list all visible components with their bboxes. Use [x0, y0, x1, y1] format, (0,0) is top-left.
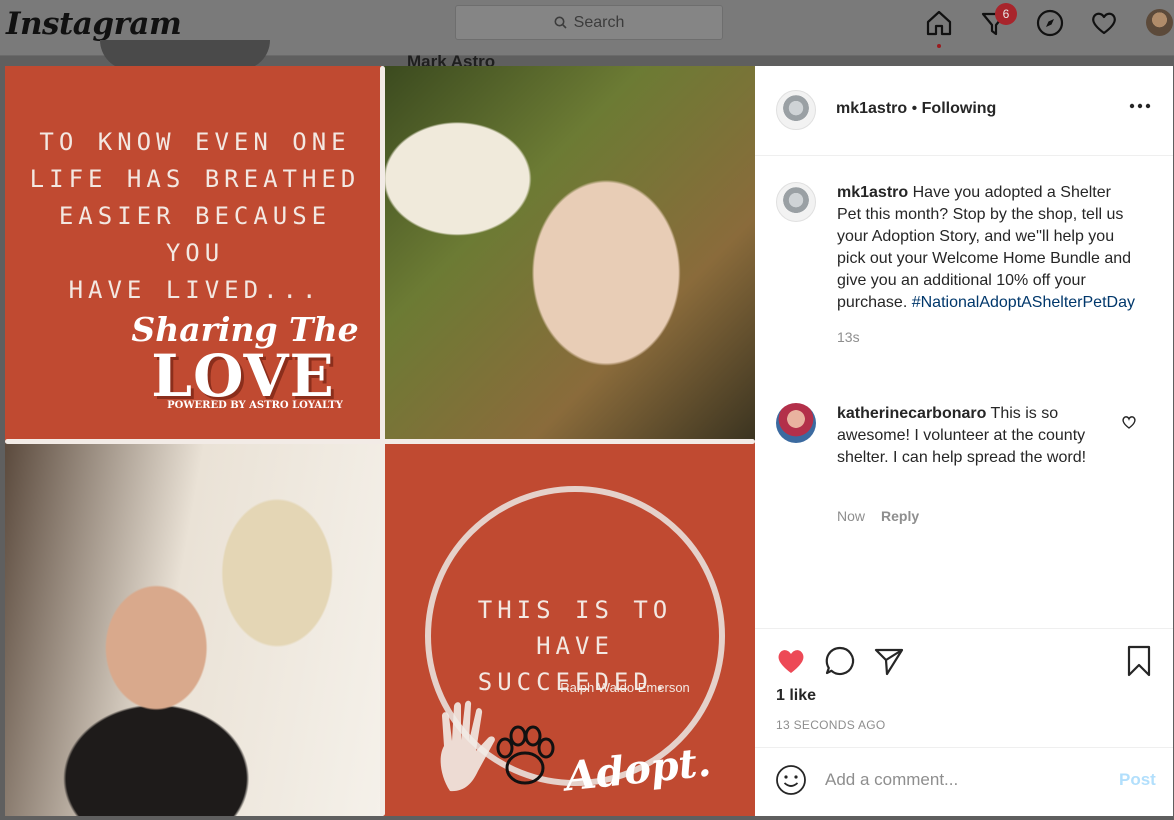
profile-avatar[interactable]: [1146, 9, 1173, 36]
post-modal: TO KNOW EVEN ONE LIFE HAS BREATHED EASIE…: [5, 66, 1173, 816]
notification-badge: 6: [995, 3, 1017, 25]
quote-attribution: Ralph Waldo Emerson: [560, 680, 690, 695]
header-user-line: mk1astro • Following: [836, 100, 996, 118]
author-username[interactable]: mk1astro: [836, 100, 907, 117]
search-placeholder: Search: [573, 13, 625, 31]
emoji-icon[interactable]: [775, 764, 807, 796]
quote-line: HAVE LIVED...: [68, 276, 322, 304]
heart-icon[interactable]: [1089, 8, 1119, 38]
add-comment-bar: Post: [755, 747, 1173, 816]
search-icon: [554, 16, 567, 29]
post-comment-button[interactable]: Post: [1119, 770, 1156, 790]
post-side-panel: mk1astro • Following mk1astro Have you a…: [755, 66, 1173, 816]
powered-by-text: POWERED BY ASTRO LOYALTY: [167, 400, 343, 411]
comment: katherinecarbonaro This is so awesome! I…: [837, 403, 1097, 469]
author-avatar[interactable]: [776, 90, 816, 130]
instagram-logo[interactable]: Instagram: [6, 6, 182, 42]
comment-like-heart-icon[interactable]: [1120, 413, 1138, 431]
caption-username[interactable]: mk1astro: [837, 184, 908, 201]
post-caption: mk1astro Have you adopted a Shelter Pet …: [837, 182, 1137, 348]
quote-line: EASIER BECAUSE YOU: [58, 202, 332, 267]
liked-heart-icon[interactable]: [774, 644, 808, 678]
post-timestamp: 13 SECONDS AGO: [776, 718, 886, 732]
share-paper-plane-icon[interactable]: [872, 644, 906, 678]
commenter-username[interactable]: katherinecarbonaro: [837, 405, 986, 422]
quote-line: TO KNOW EVEN ONE: [39, 128, 351, 156]
active-indicator-dot: [937, 44, 941, 48]
comment-bubble-icon[interactable]: [823, 644, 857, 678]
commenter-avatar[interactable]: [776, 403, 816, 443]
comment-age: Now: [837, 508, 866, 524]
post-header: mk1astro • Following: [755, 66, 1173, 156]
search-box[interactable]: Search: [455, 5, 723, 40]
reply-button[interactable]: Reply: [881, 508, 919, 524]
home-icon[interactable]: [924, 8, 954, 38]
photo-dog-licking-woman: [5, 442, 383, 816]
separator-dot: •: [911, 100, 922, 117]
comment-meta-row: Now Reply: [837, 508, 919, 524]
explore-compass-icon[interactable]: [1035, 8, 1065, 38]
more-options-icon[interactable]: [1125, 96, 1155, 116]
caption-hashtag[interactable]: #NationalAdoptAShelterPetDay: [912, 294, 1135, 311]
caption-author-avatar[interactable]: [776, 182, 816, 222]
likes-count[interactable]: 1 like: [776, 687, 816, 705]
comment-input[interactable]: [825, 768, 1085, 792]
post-actions: 1 like 13 SECONDS AGO: [755, 628, 1173, 746]
caption-text: Have you adopted a Shelter Pet this mont…: [837, 184, 1132, 311]
quote-line: LIFE HAS BREATHED: [29, 165, 361, 193]
paw-print-icon: [496, 725, 555, 785]
photo-woman-hugging-dog: [383, 66, 755, 442]
post-media[interactable]: TO KNOW EVEN ONE LIFE HAS BREATHED EASIE…: [5, 66, 755, 816]
caption-age: 13s: [837, 329, 860, 345]
succeeded-line: THIS IS TO HAVE: [477, 596, 673, 660]
save-bookmark-icon[interactable]: [1122, 644, 1156, 678]
vertical-divider: [380, 66, 385, 816]
following-button[interactable]: Following: [922, 100, 997, 117]
quote-text: TO KNOW EVEN ONE LIFE HAS BREATHED EASIE…: [25, 124, 365, 309]
